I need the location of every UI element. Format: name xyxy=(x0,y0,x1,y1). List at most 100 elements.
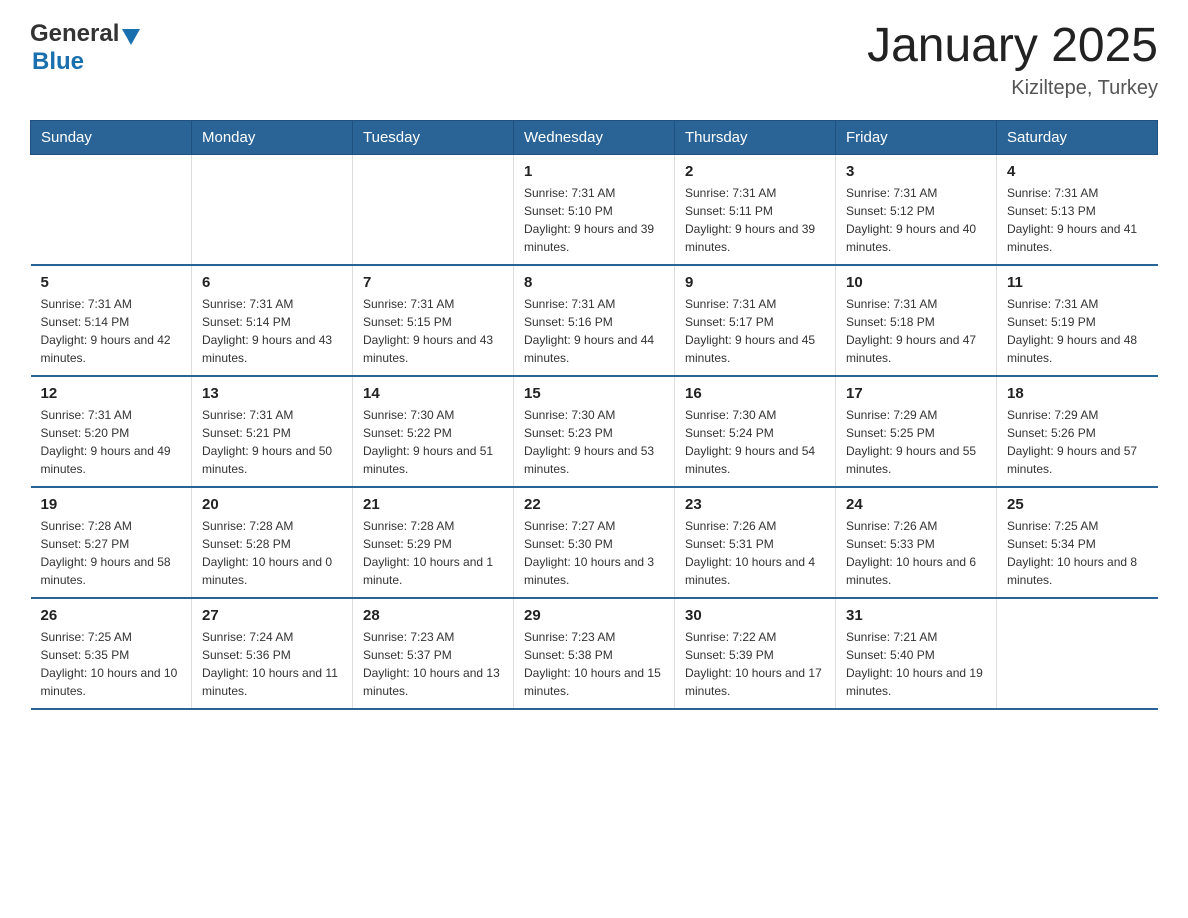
day-cell: 6 Sunrise: 7:31 AMSunset: 5:14 PMDaylight… xyxy=(192,265,353,376)
day-cell xyxy=(353,154,514,265)
day-info: Sunrise: 7:31 AMSunset: 5:16 PMDaylight:… xyxy=(524,295,664,367)
day-info: Sunrise: 7:30 AMSunset: 5:24 PMDaylight:… xyxy=(685,406,825,478)
day-info: Sunrise: 7:29 AMSunset: 5:25 PMDaylight:… xyxy=(846,406,986,478)
header-cell-saturday: Saturday xyxy=(997,120,1158,154)
day-number: 3 xyxy=(846,163,986,180)
page-header: General Blue January 2025 Kiziltepe, Tur… xyxy=(30,20,1158,100)
day-number: 5 xyxy=(41,274,182,291)
day-number: 23 xyxy=(685,496,825,513)
day-info: Sunrise: 7:31 AMSunset: 5:12 PMDaylight:… xyxy=(846,184,986,256)
day-cell: 16 Sunrise: 7:30 AMSunset: 5:24 PMDayligh… xyxy=(675,376,836,487)
day-number: 27 xyxy=(202,607,342,624)
day-info: Sunrise: 7:28 AMSunset: 5:29 PMDaylight:… xyxy=(363,517,503,589)
title-block: January 2025 Kiziltepe, Turkey xyxy=(867,20,1158,100)
day-number: 14 xyxy=(363,385,503,402)
day-cell: 8Sunrise: 7:31 AMSunset: 5:16 PMDaylight… xyxy=(514,265,675,376)
day-number: 30 xyxy=(685,607,825,624)
day-cell: 25 Sunrise: 7:25 AMSunset: 5:34 PMDayligh… xyxy=(997,487,1158,598)
day-number: 2 xyxy=(685,163,825,180)
week-row-5: 26 Sunrise: 7:25 AMSunset: 5:35 PMDayligh… xyxy=(31,598,1158,709)
day-info: Sunrise: 7:31 AMSunset: 5:17 PMDaylight:… xyxy=(685,295,825,367)
month-title: January 2025 xyxy=(867,20,1158,73)
day-cell: 17 Sunrise: 7:29 AMSunset: 5:25 PMDayligh… xyxy=(836,376,997,487)
day-number: 20 xyxy=(202,496,342,513)
day-number: 17 xyxy=(846,385,986,402)
day-number: 9 xyxy=(685,274,825,291)
header-cell-tuesday: Tuesday xyxy=(353,120,514,154)
day-cell: 31 Sunrise: 7:21 AMSunset: 5:40 PMDayligh… xyxy=(836,598,997,709)
day-info: Sunrise: 7:31 AMSunset: 5:14 PMDaylight:… xyxy=(202,295,342,367)
day-info: Sunrise: 7:25 AMSunset: 5:35 PMDaylight:… xyxy=(41,628,182,700)
day-info: Sunrise: 7:31 AMSunset: 5:20 PMDaylight:… xyxy=(41,406,182,478)
header-cell-monday: Monday xyxy=(192,120,353,154)
day-number: 25 xyxy=(1007,496,1148,513)
header-row: SundayMondayTuesdayWednesdayThursdayFrid… xyxy=(31,120,1158,154)
day-cell: 18Sunrise: 7:29 AMSunset: 5:26 PMDayligh… xyxy=(997,376,1158,487)
day-number: 16 xyxy=(685,385,825,402)
day-cell: 2Sunrise: 7:31 AMSunset: 5:11 PMDaylight… xyxy=(675,154,836,265)
day-info: Sunrise: 7:29 AMSunset: 5:26 PMDaylight:… xyxy=(1007,406,1148,478)
header-cell-friday: Friday xyxy=(836,120,997,154)
day-number: 1 xyxy=(524,163,664,180)
day-number: 7 xyxy=(363,274,503,291)
day-info: Sunrise: 7:25 AMSunset: 5:34 PMDaylight:… xyxy=(1007,517,1148,589)
day-info: Sunrise: 7:31 AMSunset: 5:19 PMDaylight:… xyxy=(1007,295,1148,367)
day-cell: 30 Sunrise: 7:22 AMSunset: 5:39 PMDayligh… xyxy=(675,598,836,709)
day-cell: 12 Sunrise: 7:31 AMSunset: 5:20 PMDayligh… xyxy=(31,376,192,487)
day-info: Sunrise: 7:22 AMSunset: 5:39 PMDaylight:… xyxy=(685,628,825,700)
logo-triangle-icon xyxy=(122,29,140,45)
day-number: 21 xyxy=(363,496,503,513)
day-number: 15 xyxy=(524,385,664,402)
header-cell-thursday: Thursday xyxy=(675,120,836,154)
day-number: 10 xyxy=(846,274,986,291)
day-info: Sunrise: 7:31 AMSunset: 5:10 PMDaylight:… xyxy=(524,184,664,256)
day-cell: 28 Sunrise: 7:23 AMSunset: 5:37 PMDayligh… xyxy=(353,598,514,709)
day-info: Sunrise: 7:30 AMSunset: 5:23 PMDaylight:… xyxy=(524,406,664,478)
day-cell xyxy=(192,154,353,265)
logo-general-text: General xyxy=(30,20,119,48)
calendar-table: SundayMondayTuesdayWednesdayThursdayFrid… xyxy=(30,120,1158,710)
day-cell: 1 Sunrise: 7:31 AMSunset: 5:10 PMDaylight… xyxy=(514,154,675,265)
day-number: 29 xyxy=(524,607,664,624)
day-cell: 19 Sunrise: 7:28 AMSunset: 5:27 PMDayligh… xyxy=(31,487,192,598)
day-cell: 27 Sunrise: 7:24 AMSunset: 5:36 PMDayligh… xyxy=(192,598,353,709)
day-cell: 23Sunrise: 7:26 AMSunset: 5:31 PMDayligh… xyxy=(675,487,836,598)
day-number: 28 xyxy=(363,607,503,624)
day-info: Sunrise: 7:21 AMSunset: 5:40 PMDaylight:… xyxy=(846,628,986,700)
day-cell: 7 Sunrise: 7:31 AMSunset: 5:15 PMDaylight… xyxy=(353,265,514,376)
week-row-4: 19 Sunrise: 7:28 AMSunset: 5:27 PMDayligh… xyxy=(31,487,1158,598)
day-info: Sunrise: 7:23 AMSunset: 5:37 PMDaylight:… xyxy=(363,628,503,700)
day-cell: 22Sunrise: 7:27 AMSunset: 5:30 PMDayligh… xyxy=(514,487,675,598)
day-info: Sunrise: 7:26 AMSunset: 5:33 PMDaylight:… xyxy=(846,517,986,589)
day-cell xyxy=(31,154,192,265)
day-cell: 5 Sunrise: 7:31 AMSunset: 5:14 PMDaylight… xyxy=(31,265,192,376)
day-info: Sunrise: 7:28 AMSunset: 5:27 PMDaylight:… xyxy=(41,517,182,589)
day-cell: 11Sunrise: 7:31 AMSunset: 5:19 PMDayligh… xyxy=(997,265,1158,376)
day-number: 12 xyxy=(41,385,182,402)
day-info: Sunrise: 7:31 AMSunset: 5:21 PMDaylight:… xyxy=(202,406,342,478)
day-number: 4 xyxy=(1007,163,1148,180)
day-cell: 13 Sunrise: 7:31 AMSunset: 5:21 PMDayligh… xyxy=(192,376,353,487)
day-info: Sunrise: 7:31 AMSunset: 5:15 PMDaylight:… xyxy=(363,295,503,367)
day-number: 22 xyxy=(524,496,664,513)
header-cell-sunday: Sunday xyxy=(31,120,192,154)
calendar-header: SundayMondayTuesdayWednesdayThursdayFrid… xyxy=(31,120,1158,154)
day-number: 13 xyxy=(202,385,342,402)
calendar-body: 1 Sunrise: 7:31 AMSunset: 5:10 PMDaylight… xyxy=(31,154,1158,709)
day-number: 31 xyxy=(846,607,986,624)
logo-blue-text: Blue xyxy=(32,48,84,75)
day-info: Sunrise: 7:28 AMSunset: 5:28 PMDaylight:… xyxy=(202,517,342,589)
day-info: Sunrise: 7:31 AMSunset: 5:13 PMDaylight:… xyxy=(1007,184,1148,256)
week-row-1: 1 Sunrise: 7:31 AMSunset: 5:10 PMDaylight… xyxy=(31,154,1158,265)
header-cell-wednesday: Wednesday xyxy=(514,120,675,154)
day-number: 6 xyxy=(202,274,342,291)
day-cell: 21 Sunrise: 7:28 AMSunset: 5:29 PMDayligh… xyxy=(353,487,514,598)
day-cell: 14Sunrise: 7:30 AMSunset: 5:22 PMDayligh… xyxy=(353,376,514,487)
day-number: 19 xyxy=(41,496,182,513)
day-info: Sunrise: 7:31 AMSunset: 5:14 PMDaylight:… xyxy=(41,295,182,367)
day-info: Sunrise: 7:24 AMSunset: 5:36 PMDaylight:… xyxy=(202,628,342,700)
day-cell: 20 Sunrise: 7:28 AMSunset: 5:28 PMDayligh… xyxy=(192,487,353,598)
day-number: 26 xyxy=(41,607,182,624)
day-cell: 10Sunrise: 7:31 AMSunset: 5:18 PMDayligh… xyxy=(836,265,997,376)
day-cell: 15 Sunrise: 7:30 AMSunset: 5:23 PMDayligh… xyxy=(514,376,675,487)
